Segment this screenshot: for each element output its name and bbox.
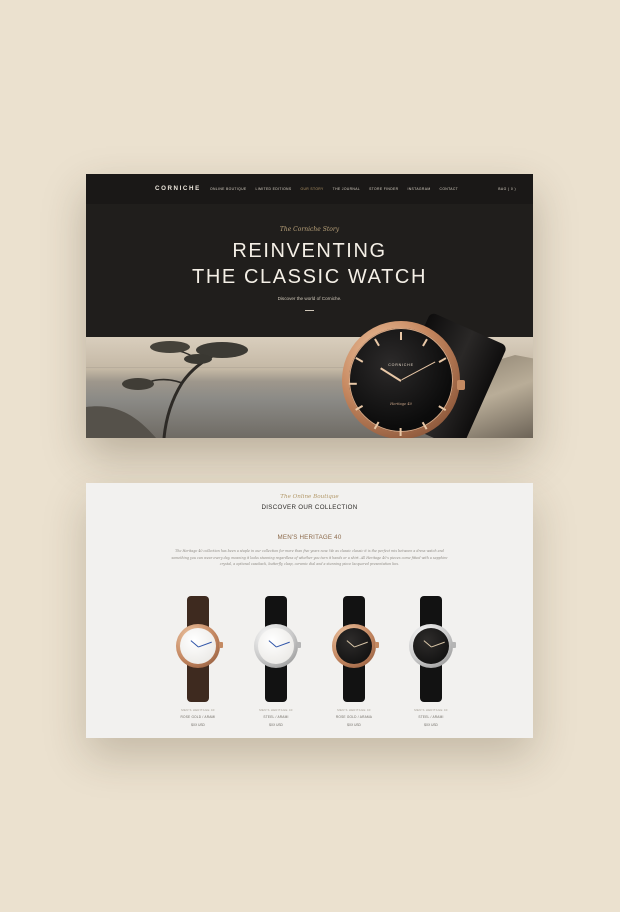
watch-dial-model: Heritage 40 <box>390 402 412 406</box>
hero-tagline: The Corniche Story <box>279 226 340 233</box>
nav-link-the-journal[interactable]: THE JOURNAL <box>333 187 360 191</box>
collection-tagline: The Online Boutique <box>280 494 339 500</box>
hero-title-line-1: REINVENTING <box>232 240 387 262</box>
watch-hour-index <box>348 383 357 385</box>
hero-divider <box>305 310 314 311</box>
nav-links: ONLINE BOUTIQUE LIMITED EDITIONS OUR STORY… <box>210 187 467 191</box>
product-crown <box>452 642 456 648</box>
product-material: STEEL / ARAMI <box>418 715 444 719</box>
nav-link-instagram[interactable]: INSTAGRAM <box>407 187 430 191</box>
product-name[interactable]: MEN'S HERITAGE 40 <box>166 708 230 712</box>
product-material: ROSE GOLD / ARAMA <box>335 715 373 719</box>
collection-section: The Online Boutique DISCOVER OUR COLLECT… <box>86 483 533 738</box>
product-crown <box>219 642 223 648</box>
navigation-bar: CORNICHE ONLINE BOUTIQUE LIMITED EDITIONS… <box>86 174 533 204</box>
product-material: STEEL / ARAMI <box>263 715 289 719</box>
product-crown <box>297 642 301 648</box>
hero-subtitle-link[interactable]: Discover the world of Corniche. <box>86 296 533 301</box>
watch-crown <box>457 380 465 390</box>
collection-heading: MEN'S HERITAGE 40 <box>277 534 342 541</box>
shopping-bag-link[interactable]: BAG ( 0 ) <box>498 187 516 191</box>
watch-hour-index <box>400 332 402 340</box>
product-price: $XX USD <box>191 723 205 727</box>
product-card[interactable]: MEN'S HERITAGE 40 ROSE GOLD / ARAMI $XX US… <box>166 594 226 727</box>
nav-link-our-story[interactable]: OUR STORY <box>300 187 323 191</box>
nav-link-store-finder[interactable]: STORE FINDER <box>369 187 398 191</box>
nav-link-online-boutique[interactable]: ONLINE BOUTIQUE <box>210 187 247 191</box>
brand-logo[interactable]: CORNICHE <box>155 185 201 192</box>
product-price: $XX USD <box>424 723 438 727</box>
hero-section: CORNICHE ONLINE BOUTIQUE LIMITED EDITIONS… <box>86 174 533 438</box>
hero-title: REINVENTING THE CLASSIC WATCH <box>86 238 533 290</box>
product-name[interactable]: MEN'S HERITAGE 40 <box>399 708 463 712</box>
watch-hour-index <box>400 428 402 436</box>
product-name[interactable]: MEN'S HERITAGE 40 <box>244 708 308 712</box>
product-material: ROSE GOLD / ARAMI <box>180 715 216 719</box>
hero-title-line-2: THE CLASSIC WATCH <box>192 266 427 288</box>
product-card[interactable]: MEN'S HERITAGE 40 STEEL / ARAMI $XX USD <box>399 594 459 727</box>
nav-link-limited-editions[interactable]: LIMITED EDITIONS <box>256 187 292 191</box>
product-crown <box>375 642 379 648</box>
product-price: $XX USD <box>269 723 283 727</box>
product-price: $XX USD <box>347 723 361 727</box>
nav-link-contact[interactable]: CONTACT <box>440 187 459 191</box>
product-name[interactable]: MEN'S HERITAGE 40 <box>322 708 386 712</box>
collection-title: DISCOVER OUR COLLECTION <box>261 504 358 511</box>
product-card[interactable]: MEN'S HERITAGE 40 STEEL / ARAMI $XX USD <box>244 594 304 727</box>
collection-description: The Heritage 40 collection has been a st… <box>171 549 448 567</box>
product-card[interactable]: MEN'S HERITAGE 40 ROSE GOLD / ARAMA $XX US… <box>322 594 382 727</box>
watch-dial-brand: CORNICHE <box>388 363 414 367</box>
